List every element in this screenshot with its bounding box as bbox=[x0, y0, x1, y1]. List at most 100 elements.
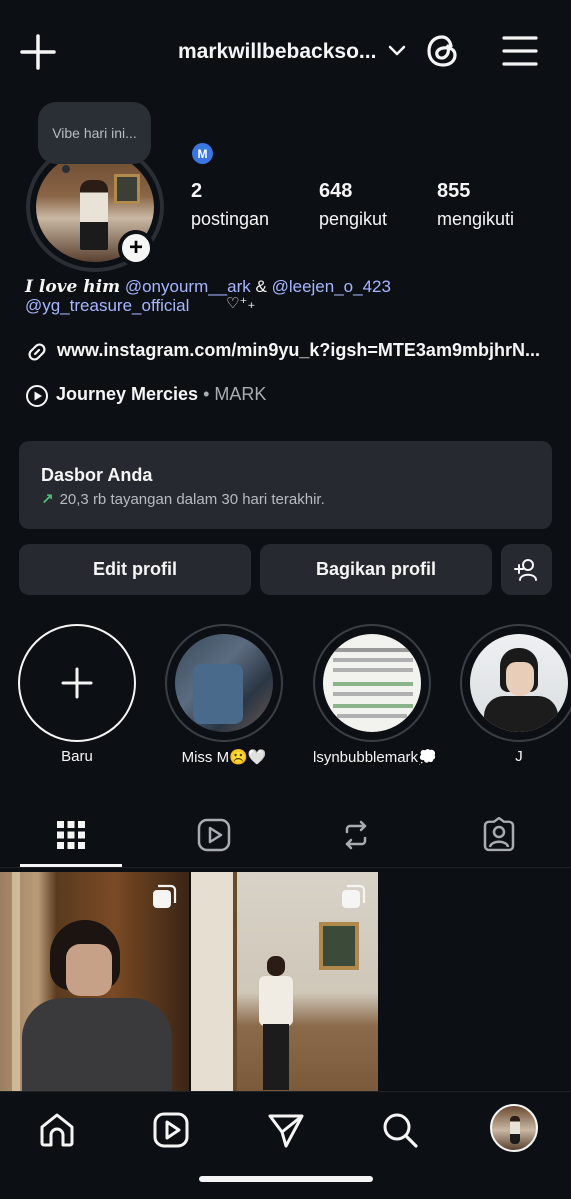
stat-following-value: 855 bbox=[437, 180, 471, 202]
note-bubble-tail bbox=[62, 165, 70, 173]
share-profile-button[interactable]: Bagikan profil bbox=[260, 544, 492, 595]
reels-icon bbox=[197, 818, 231, 852]
link-icon bbox=[28, 343, 46, 361]
highlight-thumb-face bbox=[506, 662, 534, 696]
highlight-thumb-shape bbox=[193, 664, 243, 724]
highlight-thumb-line bbox=[335, 648, 411, 652]
threads-icon[interactable] bbox=[424, 32, 462, 70]
meta-verified-icon: M bbox=[192, 143, 213, 164]
highlight-thumbnail bbox=[470, 634, 568, 732]
post-thumbnail[interactable] bbox=[191, 872, 378, 1092]
active-tab-indicator bbox=[20, 864, 122, 867]
music-artist: MARK bbox=[214, 384, 267, 404]
highlight-thumb-line bbox=[333, 692, 413, 696]
highlight-label: Miss M☹️🤍 bbox=[181, 749, 267, 766]
highlight-thumb-line bbox=[337, 714, 407, 718]
highlight-thumbnail bbox=[323, 634, 421, 732]
bio-lead: I love him bbox=[25, 277, 121, 297]
direct-message-icon[interactable] bbox=[266, 1110, 306, 1150]
music-text: Journey Mercies • MARK bbox=[56, 384, 266, 405]
profile-tab-avatar[interactable] bbox=[490, 1104, 538, 1152]
highlight-new-circle bbox=[18, 624, 136, 742]
home-icon[interactable] bbox=[37, 1110, 77, 1150]
bio: I love him @onyourm__ark & @leejen_o_423 bbox=[25, 277, 555, 297]
music-title: Journey Mercies bbox=[56, 384, 199, 404]
highlight-thumb-line bbox=[333, 682, 413, 686]
highlight-item[interactable]: lsynbubblemark💭 bbox=[313, 624, 437, 766]
highlight-item[interactable]: J bbox=[460, 624, 571, 765]
bottom-navigation bbox=[0, 1091, 571, 1199]
link-text[interactable]: www.instagram.com/min9yu_k?igsh=MTE3am9m… bbox=[57, 340, 552, 361]
edit-profile-button[interactable]: Edit profil bbox=[19, 544, 251, 595]
add-story-plus-icon[interactable]: + bbox=[118, 230, 154, 266]
highlight-item[interactable]: Miss M☹️🤍 bbox=[165, 624, 283, 766]
post-image-shape bbox=[66, 944, 112, 996]
post-image-shape bbox=[267, 956, 285, 976]
grid-icon bbox=[57, 821, 85, 849]
bio-mention-3[interactable]: @yg_treasure_official bbox=[25, 296, 189, 316]
menu-icon[interactable] bbox=[500, 34, 540, 68]
note-bubble[interactable]: Vibe hari ini... bbox=[38, 102, 151, 164]
chevron-down-icon[interactable] bbox=[386, 40, 408, 62]
highlight-label: J bbox=[515, 748, 523, 765]
tab-tagged[interactable] bbox=[428, 804, 570, 866]
stat-following[interactable]: 855 mengikuti bbox=[437, 180, 514, 230]
stat-followers-label: pengikut bbox=[319, 209, 388, 229]
dashboard-card[interactable]: Dasbor Anda ↗ 20,3 rb tayangan dalam 30 h… bbox=[19, 441, 552, 529]
bio-mention-2[interactable]: @leejen_o_423 bbox=[272, 277, 391, 296]
highlight-circle bbox=[165, 624, 283, 742]
tab-reposts[interactable] bbox=[285, 804, 427, 866]
avatar-photo-person bbox=[80, 180, 108, 250]
highlight-thumbnail bbox=[175, 634, 273, 732]
stat-following-label: mengikuti bbox=[437, 209, 515, 229]
account-username[interactable]: markwillbebackso... bbox=[178, 40, 376, 64]
post-thumbnail[interactable] bbox=[0, 872, 189, 1092]
profile-link[interactable]: www.instagram.com/min9yu_k?igsh=MTE3am9m… bbox=[25, 338, 555, 364]
profile-page: markwillbebackso... Vibe hari ini... + M… bbox=[0, 0, 571, 1199]
carousel-icon bbox=[342, 884, 366, 908]
post-image-shape bbox=[263, 1024, 289, 1090]
stat-followers-value: 648 bbox=[319, 180, 353, 202]
dashboard-subtitle: ↗ 20,3 rb tayangan dalam 30 hari terakhir… bbox=[41, 490, 325, 508]
play-circle-icon bbox=[26, 385, 48, 407]
profile-tabs bbox=[0, 804, 571, 868]
highlight-thumb-line bbox=[333, 704, 413, 708]
plus-icon bbox=[61, 667, 93, 699]
tab-reels[interactable] bbox=[143, 804, 285, 866]
avatar-photo-person bbox=[510, 1116, 520, 1144]
tab-grid[interactable] bbox=[0, 804, 142, 866]
avatar-photo-frame bbox=[114, 174, 140, 204]
stat-posts-label: postingan bbox=[191, 209, 270, 229]
dashboard-subtitle-text: 20,3 rb tayangan dalam 30 hari terakhir. bbox=[59, 491, 325, 508]
stat-posts-value: 2 bbox=[191, 180, 203, 202]
highlight-thumb-line bbox=[333, 658, 413, 662]
stat-followers[interactable]: 648 pengikut bbox=[319, 180, 387, 230]
tagged-icon bbox=[483, 817, 515, 852]
discover-people-button[interactable] bbox=[501, 544, 552, 595]
highlight-new[interactable]: Baru bbox=[18, 624, 136, 765]
carousel-icon bbox=[153, 884, 177, 908]
highlight-circle bbox=[460, 624, 571, 742]
post-image-shape bbox=[191, 872, 237, 1092]
music-separator: • bbox=[198, 384, 215, 404]
post-image-shape bbox=[259, 976, 293, 1026]
highlight-thumb-line bbox=[333, 668, 413, 672]
highlight-label: lsynbubblemark💭 bbox=[313, 749, 437, 766]
search-icon[interactable] bbox=[380, 1110, 420, 1150]
post-image-shape bbox=[22, 998, 172, 1092]
repost-icon bbox=[345, 820, 367, 850]
bio-heart: ♡⁺₊ bbox=[226, 295, 256, 312]
home-indicator bbox=[199, 1176, 373, 1182]
highlight-label: Baru bbox=[61, 748, 93, 765]
post-image-shape bbox=[319, 922, 359, 970]
plus-icon[interactable] bbox=[18, 32, 58, 72]
add-person-icon bbox=[513, 558, 537, 581]
dashboard-title: Dasbor Anda bbox=[41, 465, 153, 485]
post-image-shape bbox=[12, 872, 20, 1092]
stat-posts[interactable]: 2 postingan bbox=[191, 180, 269, 230]
trend-up-icon: ↗ bbox=[41, 491, 54, 508]
bio-ampersand: & bbox=[255, 277, 267, 296]
highlight-circle bbox=[313, 624, 431, 742]
reels-icon[interactable] bbox=[151, 1110, 191, 1150]
highlight-thumb-body bbox=[484, 696, 558, 732]
